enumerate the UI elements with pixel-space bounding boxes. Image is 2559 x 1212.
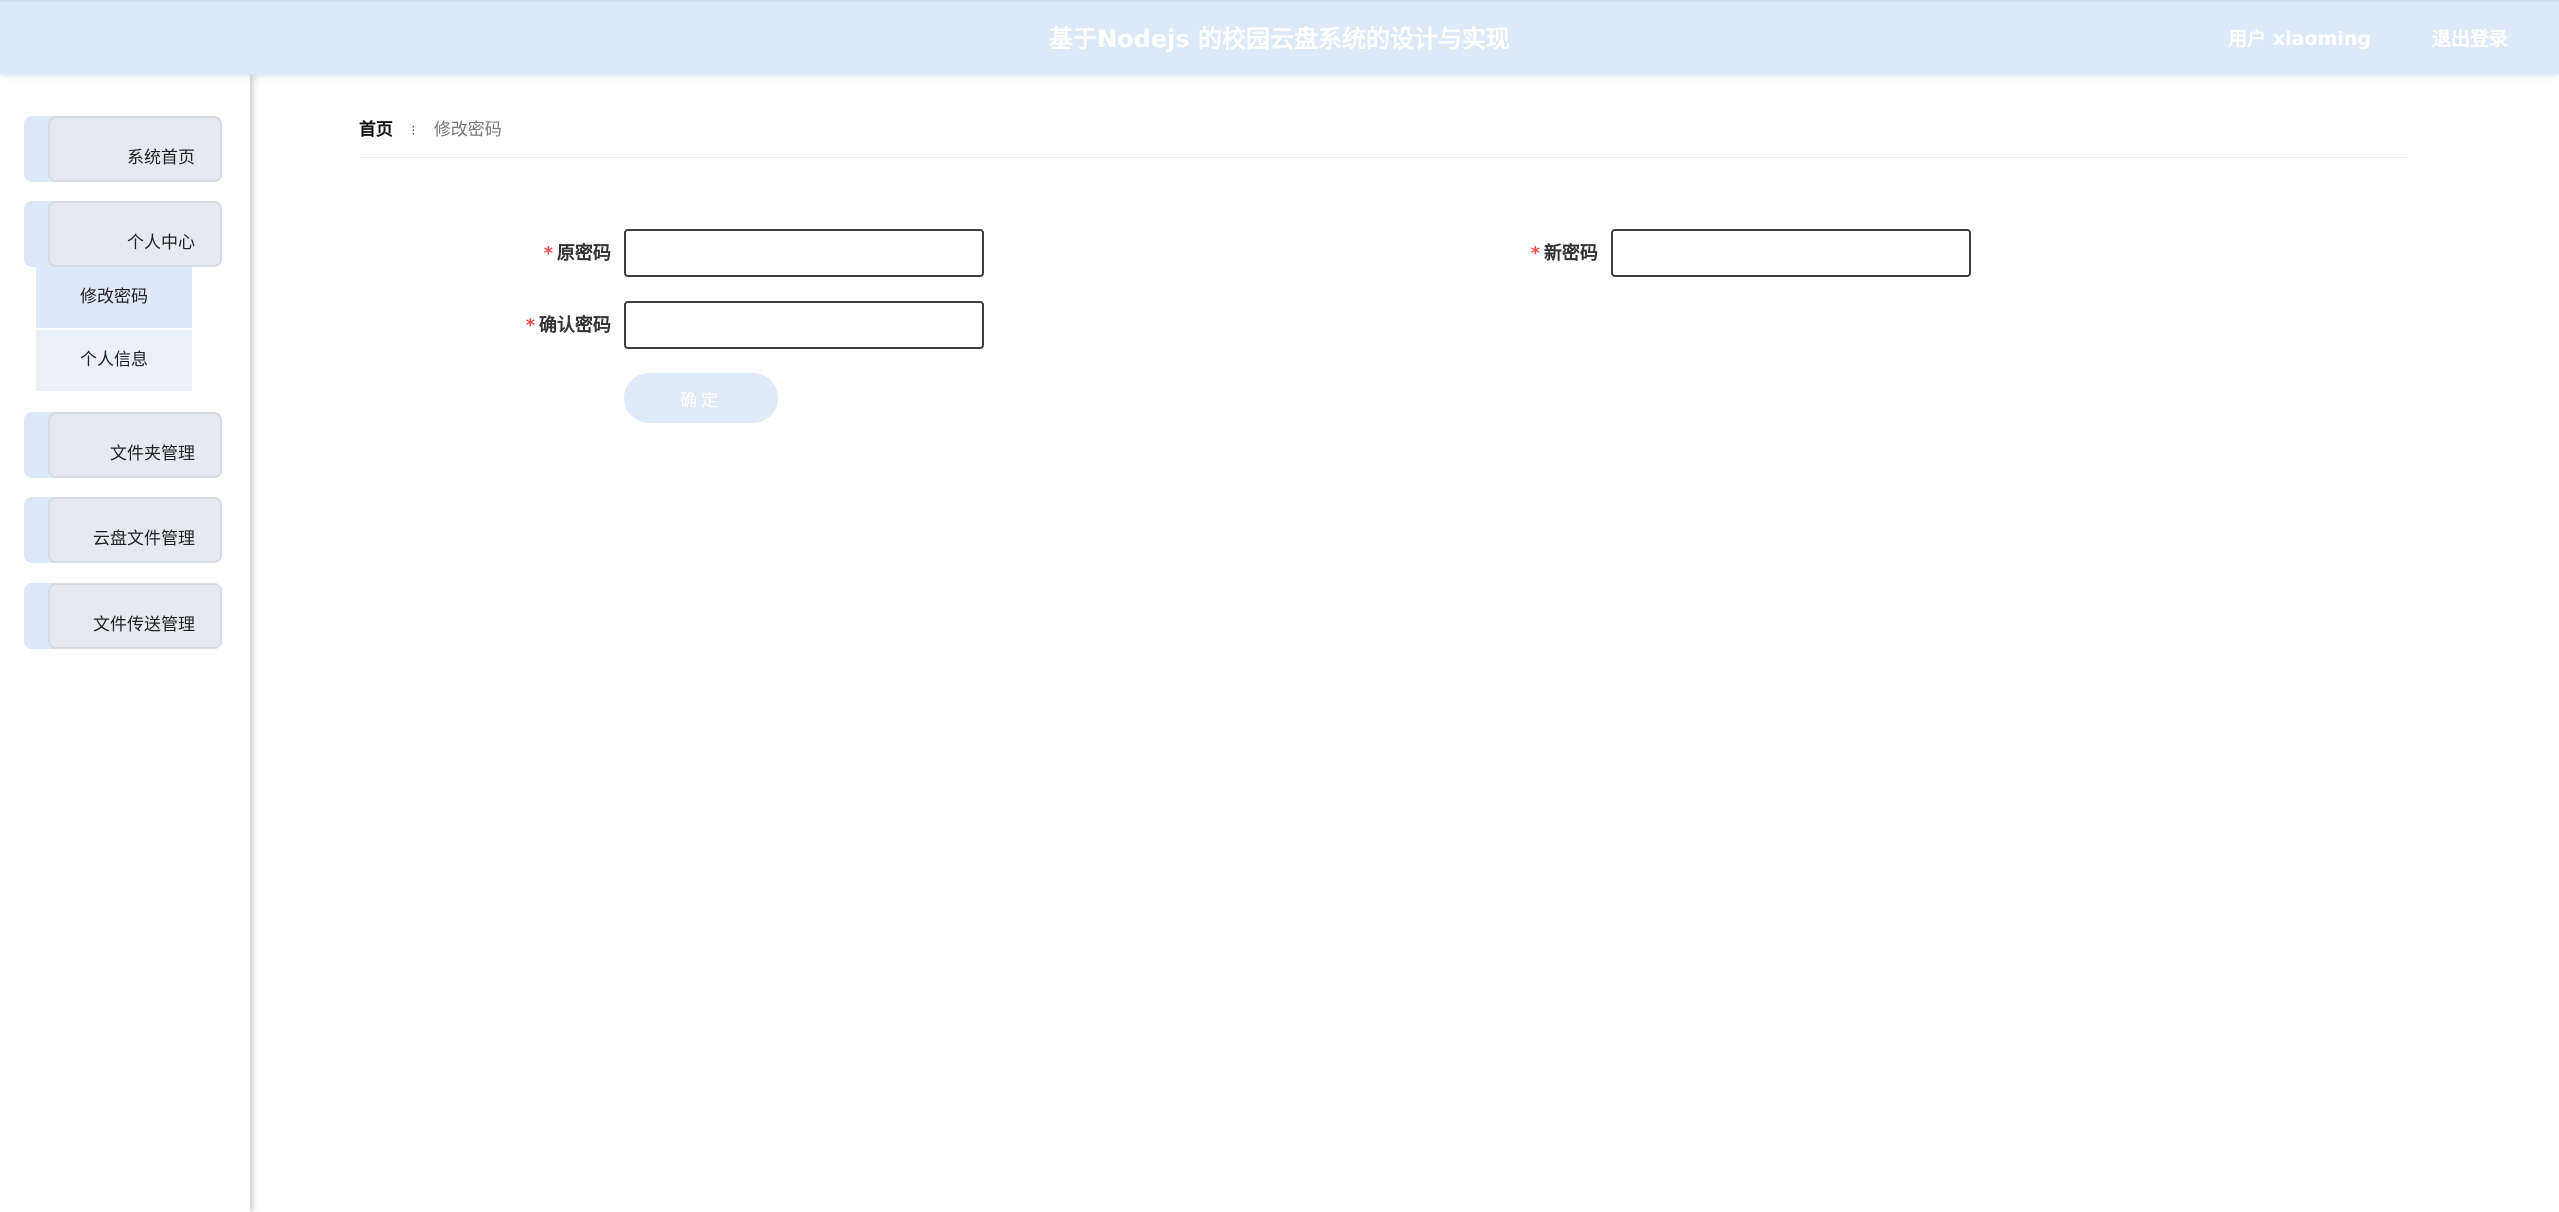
logout-link[interactable]: 退出登录 [2432,2,2508,76]
breadcrumb-separator-icon: ⁝ [411,123,416,139]
header-divider [359,157,2409,158]
required-mark: * [543,243,553,264]
old-password-label: * 原密码 [544,241,611,267]
submenu-item-change-password[interactable]: 修改密码 [36,267,192,328]
submit-button[interactable]: 确定 [624,373,778,423]
sidebar-item-label: 系统首页 [127,148,195,168]
confirm-password-label: * 确认密码 [526,313,611,339]
new-password-label-text: 新密码 [1544,243,1598,264]
breadcrumb: 首页 ⁝ 修改密码 [359,117,502,143]
sidebar-item-cloud-file-management[interactable]: 云盘文件管理 [24,497,222,563]
app-title: 基于Nodejs 的校园云盘系统的设计与实现 [1049,25,1510,53]
top-header: 基于Nodejs 的校园云盘系统的设计与实现 用户 xiaoming 退出登录 [0,0,2559,74]
sidebar-item-personal-center[interactable]: 个人中心 [24,201,222,267]
breadcrumb-current: 修改密码 [433,120,502,140]
sidebar: 系统首页 个人中心 修改密码 个人信息 文件夹管理 云盘文件管理 文件传送管理 [0,74,250,1212]
submenu-item-personal-info[interactable]: 个人信息 [36,330,192,391]
sidebar-item-label: 文件传送管理 [93,615,195,635]
required-mark: * [525,315,535,336]
sidebar-item-folder-management[interactable]: 文件夹管理 [24,412,222,478]
new-password-input[interactable] [1611,229,1971,277]
current-user: 用户 xiaoming [2228,28,2371,50]
sidebar-item-label: 云盘文件管理 [93,529,195,549]
required-mark: * [1530,243,1540,264]
sidebar-item-label: 文件夹管理 [110,444,195,464]
old-password-label-text: 原密码 [557,243,611,264]
new-password-label: * 新密码 [1531,241,1598,267]
sidebar-item-file-transfer-management[interactable]: 文件传送管理 [24,583,222,649]
sidebar-item-label: 个人中心 [127,233,195,253]
sidebar-item-home[interactable]: 系统首页 [24,116,222,182]
confirm-password-input[interactable] [624,301,984,349]
confirm-password-label-text: 确认密码 [539,315,611,336]
breadcrumb-home[interactable]: 首页 [359,120,393,140]
old-password-input[interactable] [624,229,984,277]
